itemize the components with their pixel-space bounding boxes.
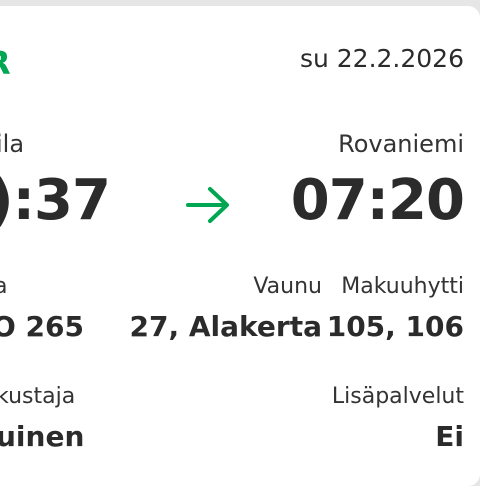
train-value: O 265: [0, 310, 84, 343]
departure-time: ):37: [0, 168, 111, 233]
cabin-value: 105, 106: [326, 310, 464, 343]
cabin-label: Makuuhytti: [341, 274, 464, 299]
travel-date: su 22.2.2026: [299, 44, 464, 73]
ticket-card: [0, 6, 480, 486]
traveller-label: kustaja: [0, 384, 76, 409]
services-value: Ei: [435, 420, 464, 453]
car-label: Vaunu: [253, 274, 322, 299]
train-label: a: [0, 274, 8, 299]
services-label: Lisäpalvelut: [331, 384, 464, 409]
arrival-station: Rovaniemi: [338, 130, 464, 158]
car-value: 27, Alakerta: [129, 310, 322, 343]
arrival-time: 07:20: [290, 168, 465, 233]
arrow-right-icon: [186, 187, 229, 223]
departure-station: ila: [0, 130, 25, 158]
brand-logo: R: [0, 44, 11, 82]
traveller-value: uinen: [0, 420, 85, 453]
